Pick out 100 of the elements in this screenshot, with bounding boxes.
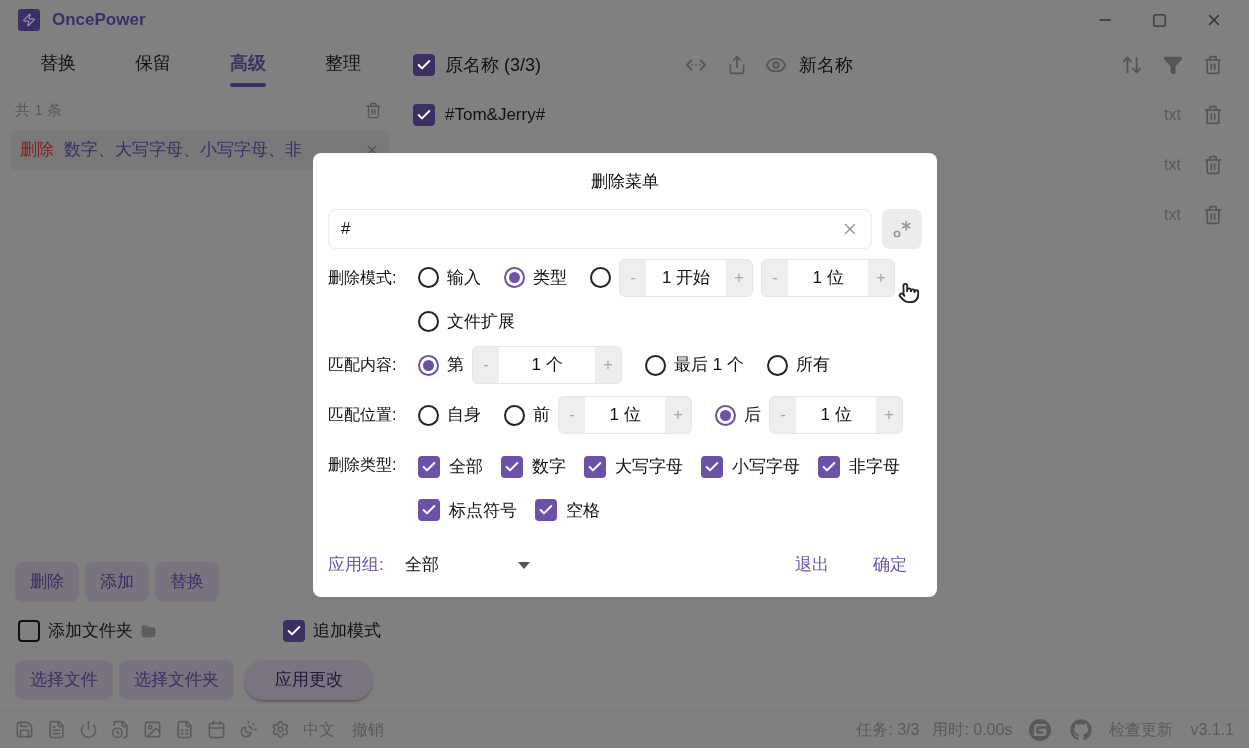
- option-label: 添加文件夹: [48, 620, 133, 643]
- tab[interactable]: 整理: [295, 40, 390, 90]
- increment-button[interactable]: +: [595, 347, 621, 383]
- decrement-button[interactable]: -: [762, 259, 788, 296]
- spreadsheet-icon[interactable]: [175, 720, 194, 739]
- checkbox[interactable]: [418, 455, 440, 478]
- image-icon[interactable]: [143, 720, 162, 739]
- option-label: 追加模式: [313, 620, 381, 643]
- checkbox[interactable]: [584, 455, 606, 478]
- select-button[interactable]: 选择文件夹: [119, 660, 234, 700]
- checkbox-label: 标点符号: [449, 499, 517, 522]
- checkbox[interactable]: [501, 455, 523, 478]
- rule-button[interactable]: 添加: [85, 562, 149, 602]
- checkbox[interactable]: [283, 620, 305, 642]
- field-label: 删除模式:: [328, 267, 398, 288]
- checkbox[interactable]: [418, 499, 440, 522]
- power-icon[interactable]: [79, 720, 98, 739]
- radio-button[interactable]: [504, 267, 525, 288]
- rule-item[interactable]: 删除 数字、大写字母、小写字母、非: [10, 130, 390, 170]
- checkbox[interactable]: [701, 455, 723, 478]
- group-label: 应用组:: [328, 554, 385, 577]
- field-label: 匹配位置:: [328, 405, 398, 425]
- clock-file-icon[interactable]: [111, 720, 130, 739]
- radio-label: 自身: [447, 404, 481, 427]
- trash-icon[interactable]: [1203, 55, 1223, 75]
- filter-icon[interactable]: [1163, 55, 1183, 75]
- regex-button[interactable]: [882, 208, 922, 249]
- maximize-icon[interactable]: [1152, 12, 1167, 28]
- radio-button[interactable]: [590, 267, 611, 288]
- radio-button[interactable]: [418, 354, 439, 376]
- column-header: 新名称: [799, 53, 853, 77]
- radio-button[interactable]: [645, 354, 666, 376]
- radio-button[interactable]: [715, 404, 736, 426]
- radio-label: 前: [533, 404, 550, 427]
- stepper-value: 1 位: [585, 397, 665, 433]
- field-label: 匹配内容:: [328, 355, 398, 375]
- tab[interactable]: 高级: [200, 40, 295, 90]
- number-stepper[interactable]: - 1 位 +: [769, 396, 903, 434]
- number-stepper[interactable]: - 1 位 +: [761, 258, 895, 297]
- radio-label: 文件扩展: [447, 310, 515, 333]
- increment-button[interactable]: +: [876, 397, 902, 433]
- decrement-button[interactable]: -: [770, 397, 796, 433]
- trash-icon[interactable]: [1203, 105, 1223, 125]
- radio-button[interactable]: [504, 404, 525, 426]
- radio-button[interactable]: [766, 354, 788, 376]
- radio-label: 最后 1 个: [674, 354, 744, 377]
- app-logo-icon: [18, 9, 40, 31]
- apply-button[interactable]: 应用更改: [244, 660, 373, 700]
- settings-icon[interactable]: [271, 720, 290, 739]
- stepper-value: 1 位: [788, 259, 868, 296]
- gitee-icon[interactable]: [1029, 718, 1052, 741]
- increment-button[interactable]: +: [665, 397, 691, 433]
- number-stepper[interactable]: - 1 位 +: [558, 396, 692, 434]
- radio-label: 所有: [795, 354, 830, 377]
- number-stepper[interactable]: - 1 个 +: [472, 346, 622, 384]
- decrement-button[interactable]: -: [620, 259, 646, 296]
- increment-button[interactable]: +: [868, 259, 894, 296]
- share-icon[interactable]: [727, 55, 747, 75]
- tab[interactable]: 替换: [10, 40, 105, 90]
- cursor-icon: [898, 282, 920, 304]
- github-icon[interactable]: [1070, 718, 1093, 741]
- stepper-value: 1 位: [796, 397, 876, 433]
- trash-icon[interactable]: [1203, 205, 1223, 225]
- file-name: #Tom&Jerry#: [445, 104, 546, 127]
- calendar-icon[interactable]: [207, 720, 226, 739]
- select-button[interactable]: 选择文件: [15, 660, 113, 700]
- decrement-button[interactable]: -: [473, 347, 499, 383]
- sort-icon[interactable]: [1121, 54, 1143, 76]
- trash-icon[interactable]: [1203, 155, 1223, 175]
- checkbox[interactable]: [18, 620, 40, 642]
- radio-label: 输入: [447, 266, 481, 289]
- document-icon[interactable]: [47, 720, 66, 739]
- checkbox[interactable]: [818, 455, 840, 478]
- increment-button[interactable]: +: [726, 259, 752, 296]
- checkbox-label: 非字母: [849, 456, 900, 478]
- radio-button[interactable]: [418, 267, 439, 288]
- group-select[interactable]: 全部: [405, 552, 530, 578]
- tab[interactable]: 保留: [105, 40, 200, 90]
- stepper-value: 1 开始: [646, 259, 726, 296]
- dialog-button[interactable]: 确定: [858, 547, 922, 583]
- checkbox-label: 大写字母: [615, 456, 683, 478]
- text-input[interactable]: #: [328, 208, 872, 249]
- rule-description: 数字、大写字母、小写字母、非: [64, 139, 302, 162]
- rule-button[interactable]: 替换: [155, 562, 219, 602]
- decrement-button[interactable]: -: [559, 397, 585, 433]
- rule-button[interactable]: 删除: [15, 562, 79, 602]
- save-icon[interactable]: [15, 720, 34, 739]
- radio-button[interactable]: [418, 404, 439, 426]
- select-all-checkbox[interactable]: [413, 54, 435, 76]
- theme-icon[interactable]: [239, 720, 258, 739]
- trash-icon[interactable]: [365, 101, 382, 119]
- dialog-title: 删除菜单: [591, 171, 659, 193]
- dialog-button[interactable]: 退出: [780, 547, 844, 583]
- checkbox-label: 空格: [566, 499, 600, 522]
- checkbox[interactable]: [535, 499, 557, 522]
- number-stepper[interactable]: - 1 开始 +: [619, 258, 753, 297]
- radio-button[interactable]: [418, 310, 439, 332]
- row-checkbox[interactable]: [413, 104, 435, 126]
- dropdown-caret-icon: [518, 561, 530, 569]
- folder-icon: [141, 623, 156, 639]
